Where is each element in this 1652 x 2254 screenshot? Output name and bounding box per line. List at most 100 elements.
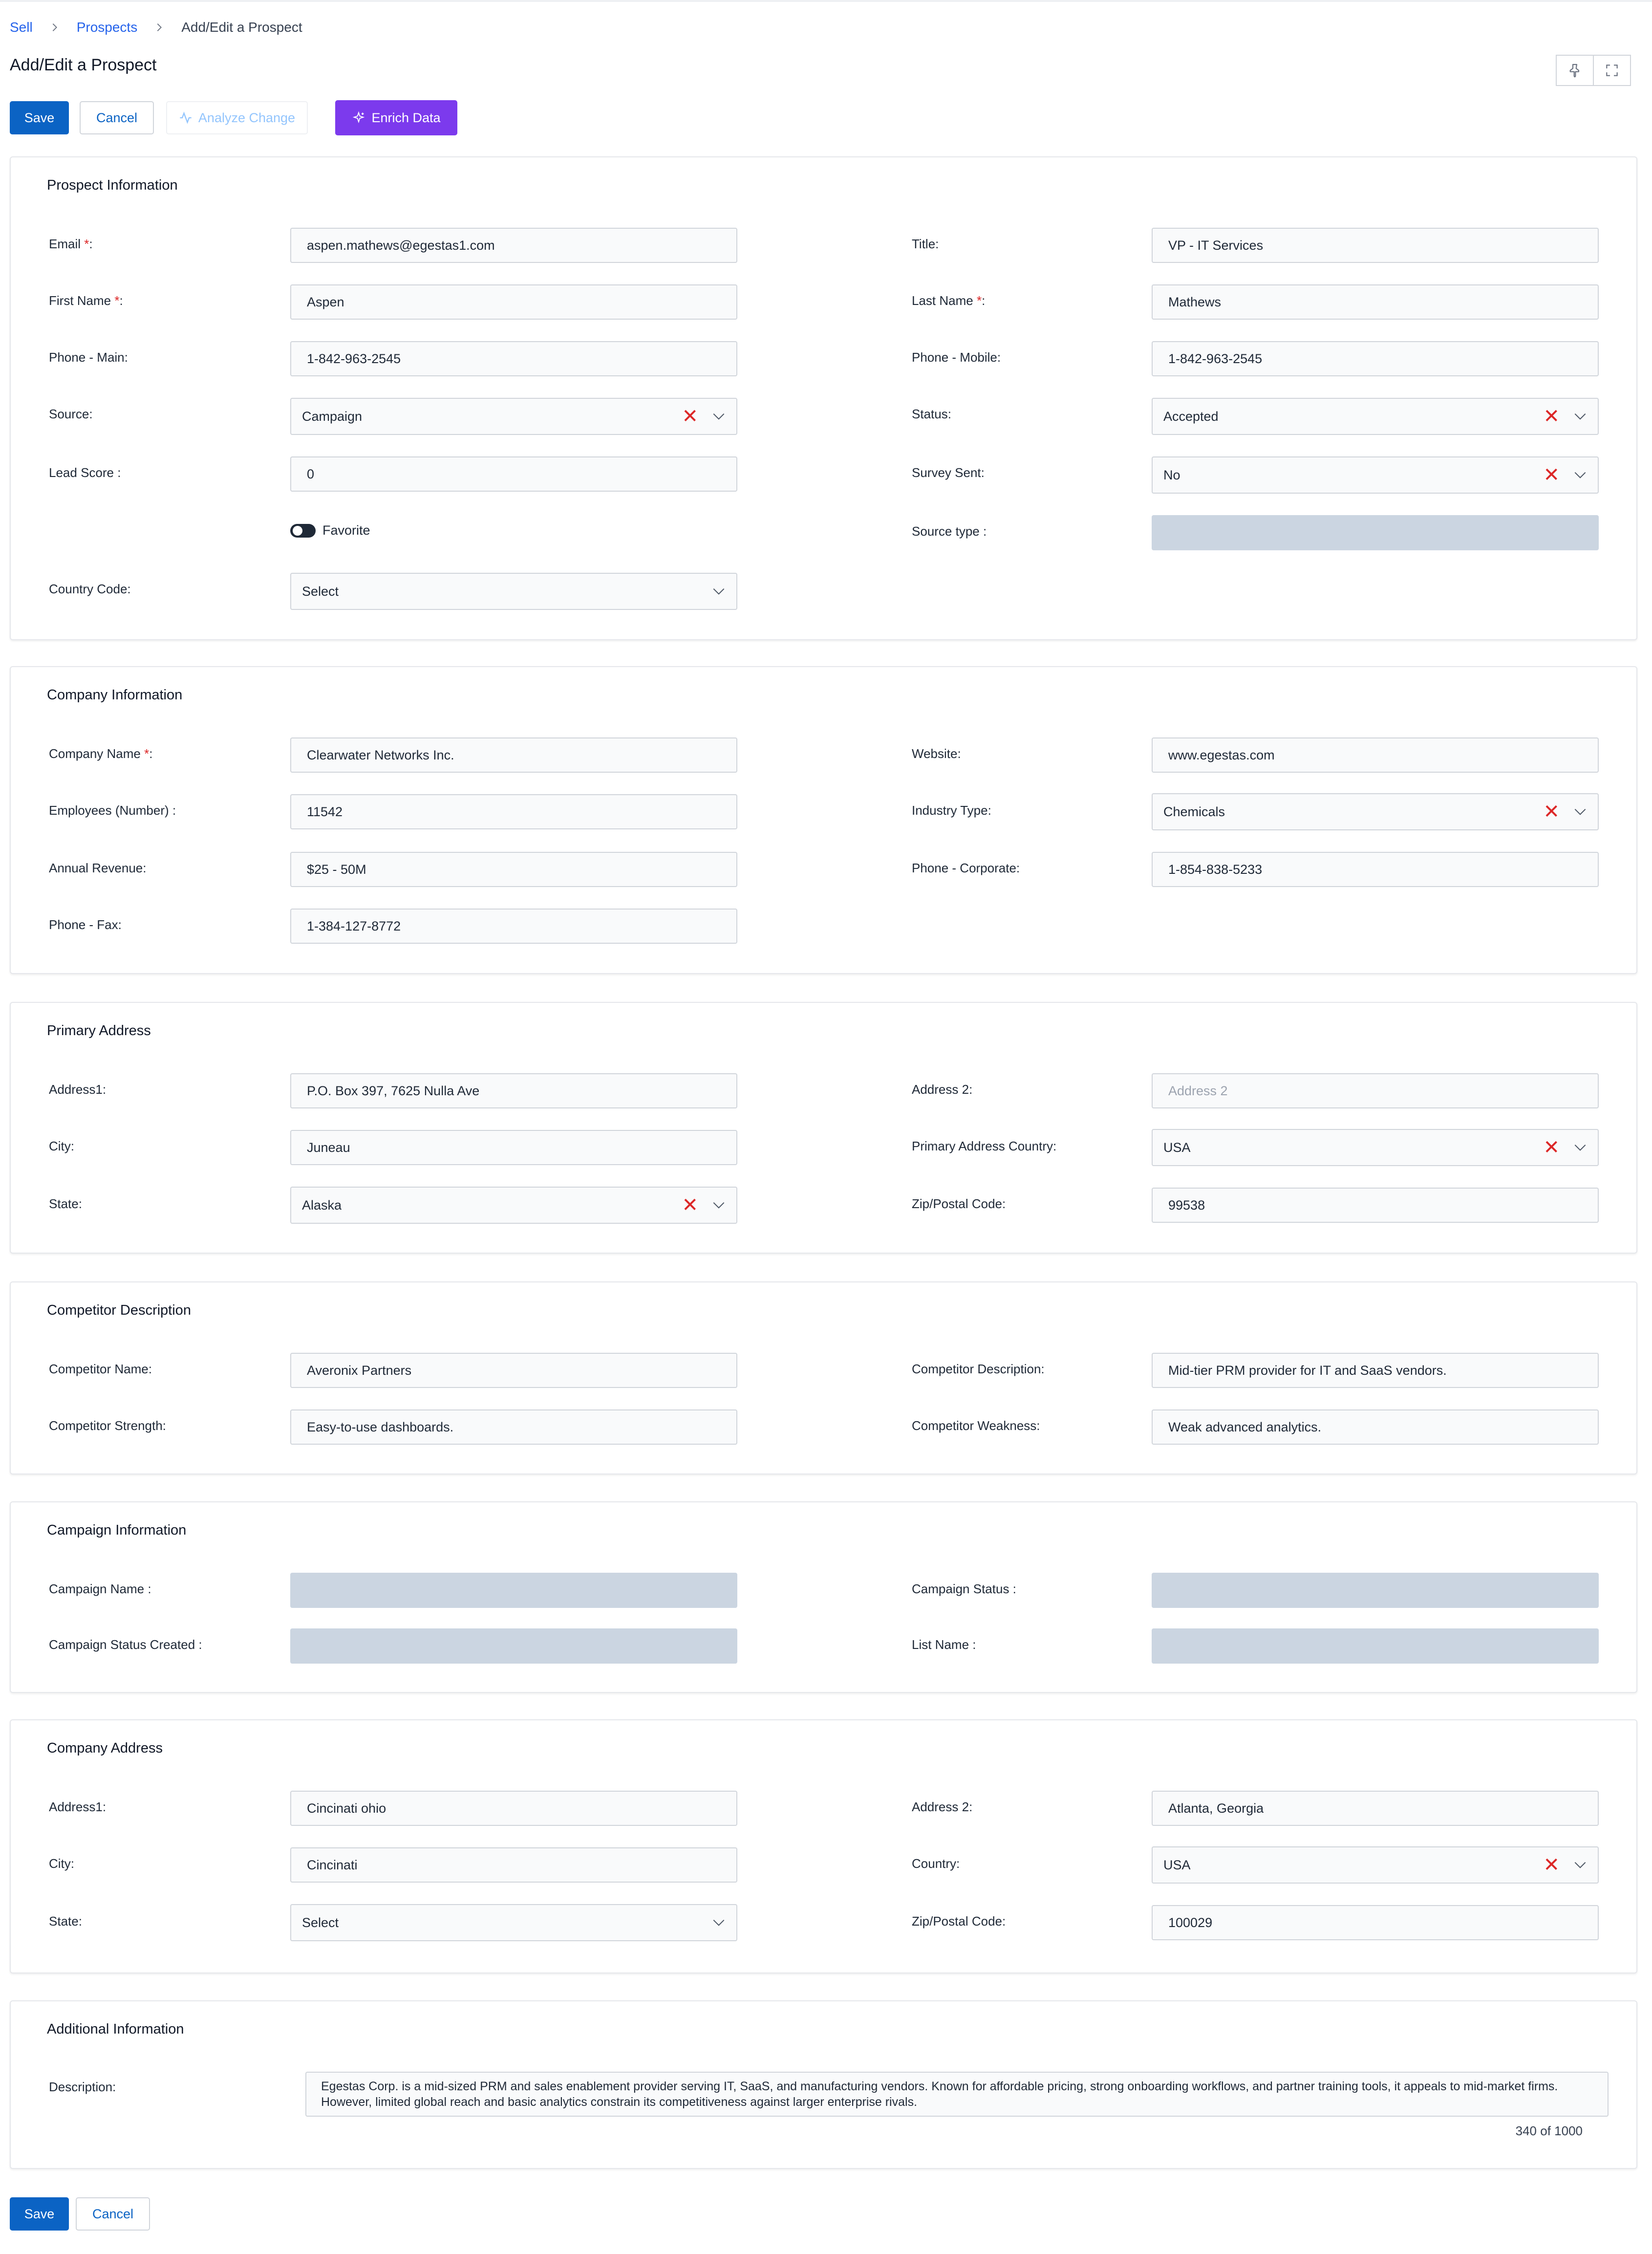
breadcrumb-prospects[interactable]: Prospects — [77, 20, 138, 35]
first-name-field[interactable]: Aspen — [290, 284, 737, 320]
competitor-weakness-field[interactable]: Weak advanced analytics. — [1152, 1409, 1599, 1445]
clear-icon[interactable]: ✕ — [1543, 1855, 1560, 1875]
phone-fax-field[interactable]: 1-384-127-8772 — [290, 909, 737, 944]
chevron-down-icon — [713, 1919, 725, 1926]
last-name-field[interactable]: Mathews — [1152, 284, 1599, 320]
chevron-down-icon — [1574, 472, 1586, 478]
annual-revenue-field[interactable]: $25 - 50M — [290, 852, 737, 887]
toggle-switch[interactable] — [290, 523, 316, 538]
clear-icon[interactable]: ✕ — [1543, 465, 1560, 485]
company-address1-label: Address1: — [49, 1799, 107, 1814]
status-label: Status: — [912, 407, 951, 421]
favorite-toggle[interactable]: Favorite — [290, 523, 370, 538]
list-name-label: List Name : — [912, 1637, 976, 1652]
chevron-down-icon — [1574, 1144, 1586, 1151]
additional-information-card: Additional Information Description: Eges… — [10, 2000, 1637, 2169]
expand-button[interactable] — [1593, 55, 1631, 86]
prospect-information-card: Prospect Information Email *: aspen.math… — [10, 156, 1637, 640]
company-name-field[interactable]: Clearwater Networks Inc. — [290, 737, 737, 773]
campaign-status-field — [1152, 1573, 1599, 1608]
title-label: Title: — [912, 237, 939, 251]
employees-field[interactable]: 11542 — [290, 794, 737, 829]
analyze-change-button[interactable]: Analyze Change — [166, 101, 308, 134]
campaign-status-label: Campaign Status : — [912, 1582, 1016, 1596]
breadcrumb-sell[interactable]: Sell — [10, 20, 33, 35]
section-title: Company Information — [47, 687, 183, 703]
clear-icon[interactable]: ✕ — [682, 407, 698, 426]
state-label: State: — [49, 1196, 82, 1211]
first-name-label: First Name *: — [49, 293, 123, 308]
country-code-select[interactable]: Select — [290, 573, 737, 610]
section-title: Additional Information — [47, 2021, 184, 2037]
description-label: Description: — [49, 2080, 116, 2094]
company-address2-label: Address 2: — [912, 1799, 973, 1814]
address2-label: Address 2: — [912, 1082, 973, 1097]
phone-corporate-field[interactable]: 1-854-838-5233 — [1152, 852, 1599, 887]
employees-label: Employees (Number) : — [49, 803, 176, 818]
phone-main-field[interactable]: 1-842-963-2545 — [290, 341, 737, 376]
phone-mobile-field[interactable]: 1-842-963-2545 — [1152, 341, 1599, 376]
survey-sent-label: Survey Sent: — [912, 465, 985, 480]
page-title: Add/Edit a Prospect — [10, 56, 157, 74]
industry-type-select[interactable]: Chemicals ✕ — [1152, 793, 1599, 830]
source-select[interactable]: Campaign ✕ — [290, 398, 737, 435]
city-label: City: — [49, 1139, 74, 1153]
footer-save-button[interactable]: Save — [10, 2197, 69, 2231]
lead-score-field[interactable]: 0 — [290, 456, 737, 492]
industry-type-label: Industry Type: — [912, 803, 991, 818]
website-field[interactable]: www.egestas.com — [1152, 737, 1599, 773]
competitor-description-field[interactable]: Mid-tier PRM provider for IT and SaaS ve… — [1152, 1353, 1599, 1388]
description-textarea[interactable]: Egestas Corp. is a mid-sized PRM and sal… — [305, 2072, 1609, 2117]
state-select[interactable]: Alaska ✕ — [290, 1187, 737, 1224]
last-name-label: Last Name *: — [912, 293, 986, 308]
enrich-data-button[interactable]: Enrich Data — [335, 100, 457, 135]
competitor-description-label: Competitor Description: — [912, 1362, 1045, 1376]
competitor-name-field[interactable]: Averonix Partners — [290, 1353, 737, 1388]
company-state-select[interactable]: Select — [290, 1904, 737, 1941]
clear-icon[interactable]: ✕ — [1543, 407, 1560, 426]
zip-field[interactable]: 99538 — [1152, 1188, 1599, 1223]
chevron-right-icon — [157, 23, 162, 31]
company-address2-field[interactable]: Atlanta, Georgia — [1152, 1791, 1599, 1826]
clear-icon[interactable]: ✕ — [682, 1195, 698, 1215]
company-city-field[interactable]: Cincinati — [290, 1847, 737, 1883]
footer-cancel-button[interactable]: Cancel — [76, 2197, 150, 2231]
email-label: Email *: — [49, 237, 93, 251]
company-country-select[interactable]: USA ✕ — [1152, 1846, 1599, 1884]
company-name-label: Company Name *: — [49, 746, 153, 761]
cancel-button[interactable]: Cancel — [80, 101, 154, 134]
address2-field[interactable]: Address 2 — [1152, 1073, 1599, 1108]
company-zip-field[interactable]: 100029 — [1152, 1905, 1599, 1940]
title-field[interactable]: VP - IT Services — [1152, 228, 1599, 263]
annual-revenue-label: Annual Revenue: — [49, 861, 147, 875]
lead-score-label: Lead Score : — [49, 465, 121, 480]
email-field[interactable]: aspen.mathews@egestas1.com — [290, 228, 737, 263]
breadcrumb: Sell Prospects Add/Edit a Prospect — [10, 19, 302, 36]
city-field[interactable]: Juneau — [290, 1130, 737, 1165]
clear-icon[interactable]: ✕ — [1543, 1138, 1560, 1157]
address1-label: Address1: — [49, 1082, 107, 1097]
company-information-card: Company Information Company Name *: Clea… — [10, 666, 1637, 974]
address1-field[interactable]: P.O. Box 397, 7625 Nulla Ave — [290, 1073, 737, 1108]
pin-button[interactable] — [1556, 55, 1594, 86]
section-title: Company Address — [47, 1740, 163, 1756]
status-select[interactable]: Accepted ✕ — [1152, 398, 1599, 435]
favorite-label: Favorite — [322, 523, 370, 538]
save-button[interactable]: Save — [10, 101, 69, 134]
company-state-label: State: — [49, 1914, 82, 1929]
phone-main-label: Phone - Main: — [49, 350, 128, 365]
expand-icon — [1606, 65, 1618, 76]
pin-icon — [1569, 64, 1580, 78]
activity-icon — [180, 111, 192, 124]
section-title: Prospect Information — [47, 177, 178, 193]
primary-country-select[interactable]: USA ✕ — [1152, 1129, 1599, 1166]
competitor-strength-label: Competitor Strength: — [49, 1418, 166, 1433]
company-address1-field[interactable]: Cincinati ohio — [290, 1791, 737, 1826]
breadcrumb-current: Add/Edit a Prospect — [181, 20, 302, 35]
survey-sent-select[interactable]: No ✕ — [1152, 456, 1599, 494]
company-city-label: City: — [49, 1856, 74, 1871]
source-type-label: Source type : — [912, 524, 987, 539]
source-type-field — [1152, 515, 1599, 550]
competitor-strength-field[interactable]: Easy-to-use dashboards. — [290, 1409, 737, 1445]
clear-icon[interactable]: ✕ — [1543, 802, 1560, 822]
